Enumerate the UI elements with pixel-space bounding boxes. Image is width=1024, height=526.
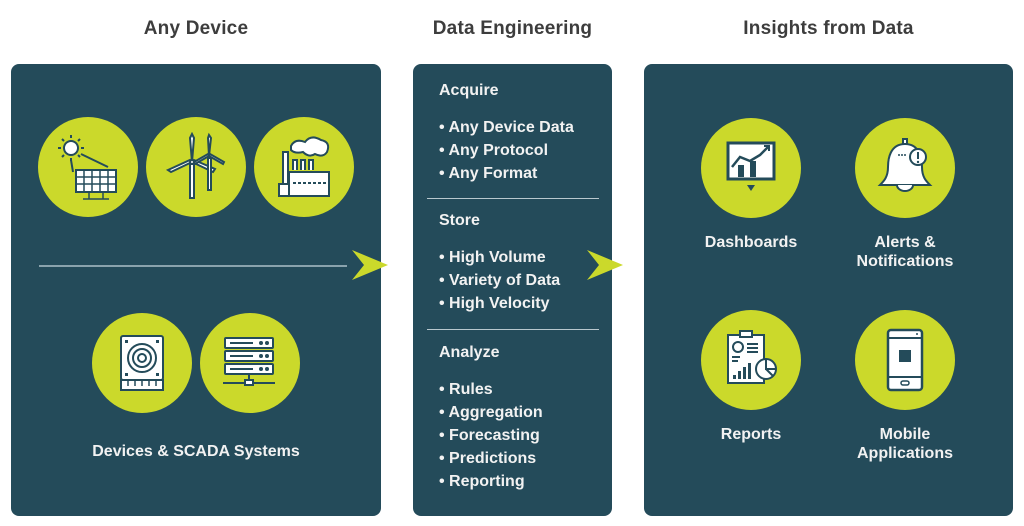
dashboards-label: Dashboards: [704, 234, 798, 251]
flow-arrow-icon: [352, 250, 388, 280]
mobile-phone-icon: [855, 310, 955, 410]
devices-scada-label: Devices & SCADA Systems: [92, 443, 300, 460]
alerts-notifications-label: Alerts & Notifications: [856, 234, 954, 270]
section-title-acquire: Acquire: [439, 82, 499, 99]
bell-alert-icon: [855, 118, 955, 218]
wind-turbine-icon: [146, 117, 246, 217]
any-device-panel: Devices & SCADA Systems: [11, 64, 381, 516]
section-title-analyze: Analyze: [439, 344, 500, 361]
insights-title: Insights from Data: [743, 18, 914, 39]
list-item: Rules: [439, 378, 543, 401]
hard-drive-icon: [92, 313, 192, 413]
list-item: Forecasting: [439, 424, 543, 447]
list-item: Any Protocol: [439, 139, 574, 162]
server-rack-icon: [200, 313, 300, 413]
report-clipboard-icon: [701, 310, 801, 410]
acquire-list: Any Device Data Any Protocol Any Format: [439, 116, 574, 185]
list-item: Variety of Data: [439, 269, 560, 292]
list-item: High Volume: [439, 246, 560, 269]
section-title-store: Store: [439, 212, 480, 229]
any-device-title: Any Device: [143, 18, 249, 39]
solar-panel-icon: [38, 117, 138, 217]
analyze-list: Rules Aggregation Forecasting Prediction…: [439, 378, 543, 493]
list-item: Predictions: [439, 447, 543, 470]
insights-panel: Dashboards Alerts & Notifications Report…: [644, 64, 1013, 516]
dashboard-chart-icon: [701, 118, 801, 218]
reports-label: Reports: [720, 426, 782, 443]
store-list: High Volume Variety of Data High Velocit…: [439, 246, 560, 315]
section-divider: [427, 329, 599, 330]
data-engineering-panel: Acquire Any Device Data Any Protocol Any…: [413, 64, 612, 516]
section-divider: [427, 198, 599, 199]
data-engineering-title: Data Engineering: [432, 18, 593, 39]
flow-arrow-icon: [587, 250, 623, 280]
flow-line: [39, 265, 347, 267]
list-item: Any Device Data: [439, 116, 573, 139]
mobile-applications-label: Mobile Applications: [856, 426, 953, 462]
list-item: Reporting: [439, 470, 543, 493]
factory-icon: [254, 117, 354, 217]
list-item: Aggregation: [439, 401, 542, 424]
list-item: High Velocity: [439, 292, 560, 315]
list-item: Any Format: [439, 162, 574, 185]
